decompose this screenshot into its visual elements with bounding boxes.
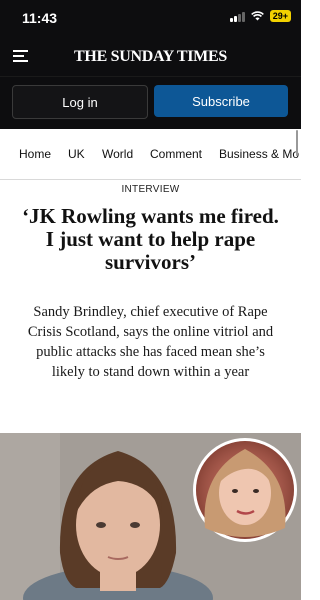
auth-bar: Log in Subscribe <box>0 77 301 129</box>
nav-item-business[interactable]: Business & Mo <box>219 147 299 161</box>
section-nav: Home UK World Comment Business & Mo <box>0 129 301 180</box>
article-standfirst: Sandy Brindley, chief executive of Rape … <box>27 304 274 380</box>
status-time: 11:43 <box>22 10 58 26</box>
portrait-image <box>0 433 301 600</box>
status-icons: 29+ <box>230 10 291 22</box>
site-logo[interactable]: THE SUNDAY TIMES <box>0 48 301 66</box>
article-photo <box>0 433 301 600</box>
battery-icon: 29+ <box>269 10 291 22</box>
nav-item-uk[interactable]: UK <box>68 147 85 161</box>
article-label: INTERVIEW <box>121 184 180 195</box>
top-bar: 11:43 29+ THE SUNDAY TIMES Log in Subscr… <box>0 0 301 129</box>
nav-item-home[interactable]: Home <box>19 147 51 161</box>
wifi-icon <box>250 11 264 21</box>
signal-icon <box>230 11 245 22</box>
subscribe-button[interactable]: Subscribe <box>154 85 288 117</box>
masthead: THE SUNDAY TIMES <box>0 36 301 77</box>
nav-item-comment[interactable]: Comment <box>150 147 202 161</box>
status-bar: 11:43 29+ <box>0 0 301 36</box>
article-headline: ‘JK Rowling wants me fired. I just want … <box>22 204 279 274</box>
scrollbar[interactable] <box>296 130 298 156</box>
nav-item-world[interactable]: World <box>102 147 133 161</box>
login-button[interactable]: Log in <box>12 85 148 119</box>
